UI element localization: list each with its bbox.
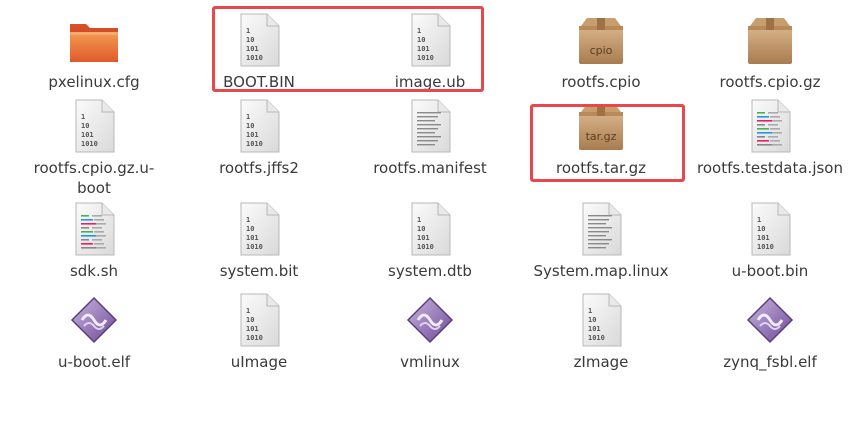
text-file-icon: [526, 199, 676, 259]
file-item-system-bit[interactable]: 1 10 101 1010 system.bit: [184, 199, 334, 281]
svg-text:1010: 1010: [81, 140, 98, 148]
svg-text:101: 101: [246, 325, 259, 333]
file-label: rootfs.cpio: [561, 73, 641, 91]
svg-text:101: 101: [81, 131, 94, 139]
svg-text:10: 10: [246, 122, 254, 130]
executable-icon: [695, 290, 845, 350]
file-item-image-ub[interactable]: 1 10 101 1010 image.ub: [355, 10, 505, 92]
file-label: rootfs.testdata.json: [697, 159, 843, 177]
file-item-rootfs-testdata-json[interactable]: rootfs.testdata.json: [695, 96, 845, 178]
script-file-icon: [695, 96, 845, 156]
file-item-uimage[interactable]: 1 10 101 1010 uImage: [184, 290, 334, 372]
file-label: image.ub: [394, 73, 466, 91]
file-item-zimage[interactable]: 1 10 101 1010 zImage: [526, 290, 676, 372]
svg-text:101: 101: [757, 234, 770, 242]
archive-icon: cpio: [526, 10, 676, 70]
svg-text:1010: 1010: [246, 140, 263, 148]
svg-text:1: 1: [417, 27, 421, 35]
binary-file-icon: 1 10 101 1010: [355, 199, 505, 259]
svg-text:10: 10: [417, 225, 425, 233]
binary-file-icon: 1 10 101 1010: [184, 96, 334, 156]
svg-text:1: 1: [246, 216, 250, 224]
svg-text:1010: 1010: [417, 243, 434, 251]
file-item-zynq-fsbl-elf[interactable]: zynq_fsbl.elf: [695, 290, 845, 372]
svg-text:1: 1: [757, 216, 761, 224]
file-label: pxelinux.cfg: [48, 73, 140, 91]
file-label: uImage: [230, 353, 288, 371]
archive-icon: [695, 10, 845, 70]
svg-text:1010: 1010: [246, 54, 263, 62]
svg-text:101: 101: [588, 325, 601, 333]
executable-icon: [19, 290, 169, 350]
file-label: system.dtb: [388, 262, 472, 280]
svg-text:101: 101: [246, 45, 259, 53]
text-file-icon: [355, 96, 505, 156]
svg-text:1: 1: [246, 113, 250, 121]
svg-text:1: 1: [417, 216, 421, 224]
file-item-u-boot-bin[interactable]: 1 10 101 1010 u-boot.bin: [695, 199, 845, 281]
svg-text:10: 10: [81, 122, 89, 130]
file-label: u-boot.bin: [731, 262, 809, 280]
svg-text:1: 1: [246, 27, 250, 35]
svg-text:tar.gz: tar.gz: [586, 130, 617, 143]
svg-text:10: 10: [246, 225, 254, 233]
binary-file-icon: 1 10 101 1010: [184, 10, 334, 70]
script-file-icon: [19, 199, 169, 259]
file-label: rootfs.jffs2: [219, 159, 299, 177]
file-label: sdk.sh: [69, 262, 119, 280]
file-grid: pxelinux.cfg 1 10 101 1010 BOOT.BIN 1 10 101 1…: [0, 0, 865, 444]
file-item-rootfs-tar-gz[interactable]: tar.gz rootfs.tar.gz: [526, 96, 676, 178]
file-item-pxelinux-cfg[interactable]: pxelinux.cfg: [19, 10, 169, 92]
svg-text:1: 1: [246, 307, 250, 315]
svg-text:1: 1: [81, 113, 85, 121]
svg-text:1010: 1010: [246, 334, 263, 342]
svg-text:101: 101: [417, 234, 430, 242]
file-label: rootfs.cpio.gz.u-boot: [33, 159, 155, 197]
file-item-system-map-linux[interactable]: System.map.linux: [526, 199, 676, 281]
file-label: system.bit: [219, 262, 299, 280]
svg-text:101: 101: [417, 45, 430, 53]
svg-text:1010: 1010: [757, 243, 774, 251]
svg-text:10: 10: [417, 36, 425, 44]
svg-text:1010: 1010: [246, 243, 263, 251]
binary-file-icon: 1 10 101 1010: [184, 290, 334, 350]
svg-text:10: 10: [757, 225, 765, 233]
file-label: BOOT.BIN: [223, 73, 295, 91]
file-label: rootfs.tar.gz: [556, 159, 646, 177]
file-label: vmlinux: [400, 353, 460, 371]
svg-text:cpio: cpio: [590, 44, 613, 57]
binary-file-icon: 1 10 101 1010: [355, 10, 505, 70]
svg-text:10: 10: [588, 316, 596, 324]
svg-text:1010: 1010: [588, 334, 605, 342]
binary-file-icon: 1 10 101 1010: [19, 96, 169, 156]
file-item-boot-bin[interactable]: 1 10 101 1010 BOOT.BIN: [184, 10, 334, 92]
executable-icon: [355, 290, 505, 350]
file-label: zynq_fsbl.elf: [723, 353, 817, 371]
binary-file-icon: 1 10 101 1010: [526, 290, 676, 350]
binary-file-icon: 1 10 101 1010: [695, 199, 845, 259]
file-label: rootfs.cpio.gz: [719, 73, 821, 91]
file-label: zImage: [573, 353, 629, 371]
file-label: u-boot.elf: [57, 353, 131, 371]
file-item-rootfs-manifest[interactable]: rootfs.manifest: [355, 96, 505, 178]
folder-icon: [19, 10, 169, 70]
binary-file-icon: 1 10 101 1010: [184, 199, 334, 259]
svg-text:101: 101: [246, 131, 259, 139]
file-item-vmlinux[interactable]: vmlinux: [355, 290, 505, 372]
file-item-u-boot-elf[interactable]: u-boot.elf: [19, 290, 169, 372]
file-item-rootfs-cpio-gz-u-boot[interactable]: 1 10 101 1010 rootfs.cpio.gz.u-boot: [19, 96, 169, 198]
file-item-rootfs-jffs2[interactable]: 1 10 101 1010 rootfs.jffs2: [184, 96, 334, 178]
archive-icon: tar.gz: [526, 96, 676, 156]
file-item-rootfs-cpio-gz[interactable]: rootfs.cpio.gz: [695, 10, 845, 92]
svg-text:101: 101: [246, 234, 259, 242]
svg-text:10: 10: [246, 36, 254, 44]
svg-text:1010: 1010: [417, 54, 434, 62]
svg-text:10: 10: [246, 316, 254, 324]
file-item-system-dtb[interactable]: 1 10 101 1010 system.dtb: [355, 199, 505, 281]
file-label: rootfs.manifest: [373, 159, 487, 177]
file-item-sdk-sh[interactable]: sdk.sh: [19, 199, 169, 281]
svg-text:1: 1: [588, 307, 592, 315]
file-item-rootfs-cpio[interactable]: cpio rootfs.cpio: [526, 10, 676, 92]
file-label: System.map.linux: [533, 262, 669, 280]
